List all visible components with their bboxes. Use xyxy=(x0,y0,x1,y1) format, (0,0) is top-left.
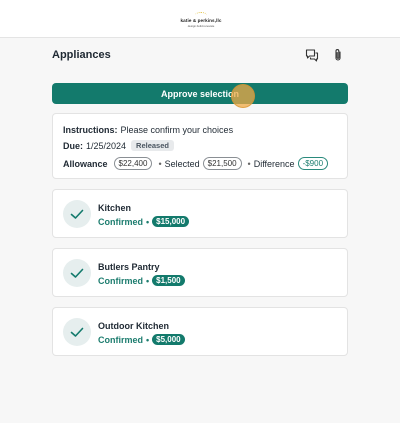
check-icon xyxy=(63,318,91,346)
comments-icon[interactable] xyxy=(305,48,319,62)
location-name: Butlers Pantry xyxy=(98,262,160,272)
instructions-text: Please confirm your choices xyxy=(120,125,234,135)
amount-badge: $15,000 xyxy=(152,216,190,227)
logo-text: katie & perkins,llc xyxy=(180,18,222,23)
separator-dot: • xyxy=(158,158,162,169)
separator-dot: • xyxy=(146,216,150,227)
location-name: Kitchen xyxy=(98,203,132,213)
status-text: Confirmed xyxy=(98,216,143,227)
top-bar: katie & perkins,llc design.build.renovat… xyxy=(0,0,400,38)
check-icon xyxy=(63,259,91,287)
amount-badge: $5,000 xyxy=(152,334,185,345)
check-icon xyxy=(63,200,91,228)
instructions-label: Instructions: xyxy=(63,125,118,135)
selected-label: Selected xyxy=(164,158,200,169)
location-name: Outdoor Kitchen xyxy=(98,321,169,331)
instructions-card: Instructions: Please confirm your choice… xyxy=(52,113,348,179)
location-status: Confirmed • $5,000 xyxy=(98,334,185,345)
due-date: 1/25/2024 xyxy=(86,140,127,151)
location-card-kitchen[interactable]: Kitchen Confirmed • $15,000 xyxy=(52,189,348,238)
difference-value: -$900 xyxy=(297,157,329,170)
company-logo[interactable]: katie & perkins,llc design.build.renovat… xyxy=(176,12,226,32)
instructions-line: Instructions: Please confirm your choice… xyxy=(63,125,233,135)
location-card-butlers-pantry[interactable]: Butlers Pantry Confirmed • $1,500 xyxy=(52,248,348,297)
status-text: Confirmed xyxy=(98,275,143,286)
cursor-indicator xyxy=(231,84,255,108)
location-card-outdoor-kitchen[interactable]: Outdoor Kitchen Confirmed • $5,000 xyxy=(52,307,348,356)
amount-badge: $1,500 xyxy=(152,275,185,286)
status-badge: Released xyxy=(131,140,174,151)
difference-label: Difference xyxy=(253,158,295,169)
due-label: Due: xyxy=(63,140,83,151)
paperclip-icon[interactable] xyxy=(331,48,345,62)
allowance-label: Allowance xyxy=(63,158,108,169)
location-status: Confirmed • $1,500 xyxy=(98,275,185,286)
logo-subtext: design.build.renovate xyxy=(187,24,215,28)
allowance-line: Allowance $22,400 • Selected $21,500 • D… xyxy=(63,157,331,170)
status-text: Confirmed xyxy=(98,334,143,345)
approve-selection-button[interactable]: Approve selection xyxy=(52,83,348,104)
location-status: Confirmed • $15,000 xyxy=(98,216,190,227)
selected-value: $21,500 xyxy=(202,157,242,170)
separator-dot: • xyxy=(146,334,150,345)
allowance-value: $22,400 xyxy=(113,157,153,170)
section-title: Appliances xyxy=(52,49,111,61)
separator-dot: • xyxy=(146,275,150,286)
separator-dot: • xyxy=(247,158,251,169)
due-line: Due: 1/25/2024 Released xyxy=(63,140,174,151)
